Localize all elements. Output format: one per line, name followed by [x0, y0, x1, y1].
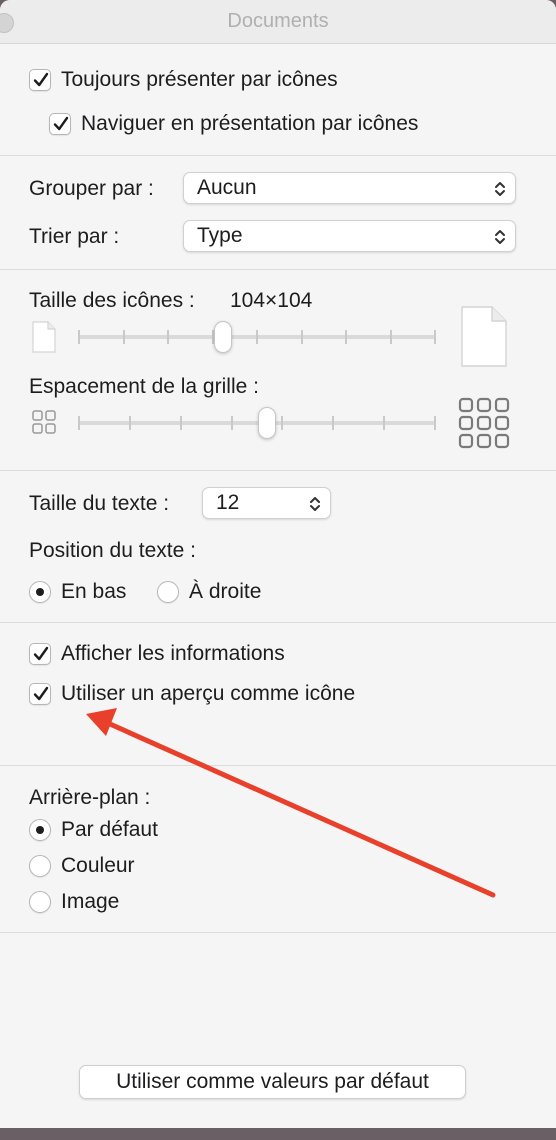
text-size-label: Taille du texte : [29, 492, 170, 515]
background-label: Arrière-plan : [29, 786, 151, 809]
slider-tick [231, 416, 233, 430]
checkmark-icon [53, 116, 69, 131]
show-info-label: Afficher les informations [61, 642, 285, 665]
sort-by-value: Type [197, 224, 243, 247]
group-by-select[interactable]: Aucun [183, 172, 516, 204]
background-image-radio[interactable] [29, 891, 51, 913]
title-bar: Documents [0, 0, 556, 44]
sort-by-label: Trier par : [29, 225, 120, 248]
checkmark-icon [33, 686, 49, 701]
slider-tick [383, 416, 385, 430]
background-color-radio[interactable] [29, 855, 51, 877]
slider-tick [281, 416, 283, 430]
background-default-label: Par défaut [61, 818, 158, 841]
background-image-option[interactable]: Image [29, 890, 119, 914]
window-title: Documents [227, 10, 329, 32]
always-icons-checkbox[interactable] [29, 69, 51, 91]
document-small-icon [32, 321, 56, 353]
preview-icon-label: Utiliser un aperçu comme icône [61, 682, 356, 705]
icon-size-value: 104×104 [230, 289, 313, 312]
slider-tick [129, 416, 131, 430]
browse-icons-checkbox[interactable] [49, 113, 71, 135]
document-large-icon [461, 306, 507, 367]
use-as-defaults-button[interactable]: Utiliser comme valeurs par défaut [79, 1065, 466, 1099]
browse-icons-label: Naviguer en présentation par icônes [81, 112, 419, 135]
grid-spacing-slider[interactable] [78, 406, 436, 440]
annotation-arrow-icon [86, 708, 496, 898]
icon-size-slider[interactable] [78, 320, 436, 354]
background-color-label: Couleur [61, 854, 135, 877]
grid-small-icon [32, 410, 56, 434]
section-divider [0, 470, 556, 471]
always-icons-label: Toujours présenter par icônes [61, 68, 338, 91]
text-position-bottom-label: En bas [61, 580, 127, 603]
preview-icon-option[interactable]: Utiliser un aperçu comme icône [29, 682, 355, 706]
group-by-label: Grouper par : [29, 177, 154, 200]
always-icons-option[interactable]: Toujours présenter par icônes [29, 68, 338, 92]
text-size-select[interactable]: 12 [202, 487, 331, 519]
checkmark-icon [33, 72, 49, 87]
text-position-right-radio[interactable] [157, 581, 179, 603]
browse-icons-option[interactable]: Naviguer en présentation par icônes [49, 112, 418, 136]
text-position-right-option[interactable]: À droite [157, 580, 261, 604]
background-default-radio[interactable] [29, 819, 51, 841]
slider-tick [390, 330, 392, 344]
text-position-bottom-option[interactable]: En bas [29, 580, 126, 604]
text-position-bottom-radio[interactable] [29, 581, 51, 603]
group-by-value: Aucun [197, 176, 257, 199]
slider-tick [78, 416, 80, 430]
slider-knob[interactable] [214, 321, 232, 353]
checkmark-icon [33, 646, 49, 661]
slider-tick [345, 330, 347, 344]
radio-selected-dot [36, 826, 44, 834]
section-divider [0, 622, 556, 623]
section-divider [0, 932, 556, 933]
slider-tick [434, 416, 436, 430]
slider-tick [434, 330, 436, 344]
slider-tick [256, 330, 258, 344]
text-position-label: Position du texte : [29, 539, 196, 562]
preview-icon-checkbox[interactable] [29, 683, 51, 705]
chevron-updown-icon [495, 230, 505, 244]
text-position-right-label: À droite [189, 580, 262, 603]
section-divider [0, 269, 556, 270]
slider-tick [301, 330, 303, 344]
slider-tick [167, 330, 169, 344]
section-divider [0, 765, 556, 766]
radio-selected-dot [36, 588, 44, 596]
chevron-updown-icon [310, 497, 320, 511]
slider-tick [180, 416, 182, 430]
icon-size-label: Taille des icônes : [29, 289, 195, 312]
sort-by-select[interactable]: Type [183, 220, 516, 252]
view-options-window: Documents Toujours présenter par icônes … [0, 0, 556, 1128]
section-divider [0, 155, 556, 156]
background-image-label: Image [61, 890, 120, 913]
grid-large-icon [458, 397, 510, 449]
slider-tick [78, 330, 80, 344]
text-size-value: 12 [216, 491, 240, 514]
background-default-option[interactable]: Par défaut [29, 818, 158, 842]
show-info-option[interactable]: Afficher les informations [29, 642, 285, 666]
show-info-checkbox[interactable] [29, 643, 51, 665]
chevron-updown-icon [495, 182, 505, 196]
background-color-option[interactable]: Couleur [29, 854, 135, 878]
slider-tick [332, 416, 334, 430]
grid-spacing-label: Espacement de la grille : [29, 375, 259, 398]
slider-knob[interactable] [258, 407, 276, 439]
slider-tick [123, 330, 125, 344]
